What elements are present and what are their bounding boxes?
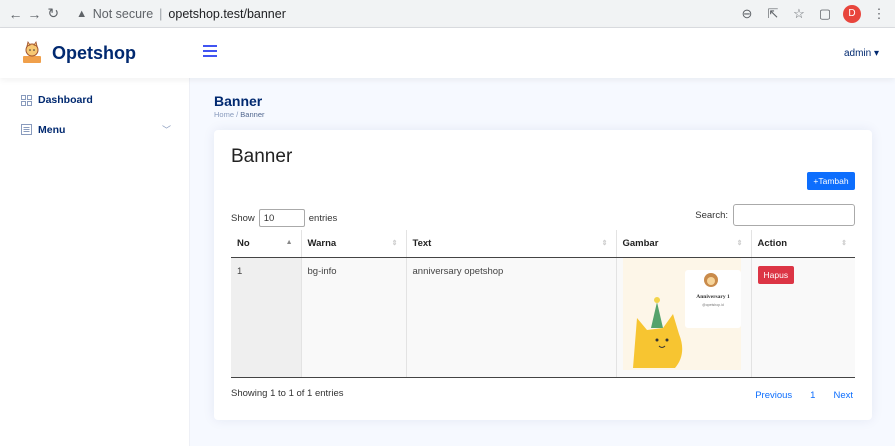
add-banner-button[interactable]: +Tambah <box>807 172 855 190</box>
warning-icon[interactable]: ▲ <box>75 7 89 21</box>
zoom-icon[interactable]: ⊖ <box>739 6 755 22</box>
browser-toolbar: ← → ↻ ▲ Not secure | opetshop.test/banne… <box>0 0 895 28</box>
entries-length-control: Show 10 entries <box>231 209 337 227</box>
breadcrumb-current: Banner <box>240 110 265 119</box>
sidebar: Dashboard Menu ﹀ <box>0 78 190 446</box>
bookmark-star-icon[interactable]: ☆ <box>791 6 807 22</box>
kebab-menu-icon[interactable]: ⋮ <box>871 6 887 22</box>
user-dropdown[interactable]: admin ▾ <box>844 48 879 59</box>
breadcrumb: Home / Banner <box>214 110 264 119</box>
sort-icon: ⇕ <box>736 240 743 247</box>
thumb-handle: @opetshop.id <box>702 303 724 307</box>
delete-button[interactable]: Hapus <box>757 265 795 284</box>
brand-name: Opetshop <box>52 42 136 63</box>
cell-warna: bg-info <box>300 257 406 378</box>
browser-actions: ⊖ ⇱ ☆ ▢ D ⋮ <box>739 4 895 23</box>
sidebar-item-label: Dashboard <box>38 94 93 106</box>
app-header: Opetshop admin ▾ <box>0 28 895 78</box>
page-title: Banner <box>214 93 263 109</box>
hamburger-menu-icon[interactable] <box>203 45 217 57</box>
banner-table: No ▲ Warna ⇕ Text ⇕ Gambar ⇕ Action ⇕ 1 bg-in… <box>231 230 855 378</box>
breadcrumb-home[interactable]: Home <box>214 110 234 119</box>
sort-icon: ⇕ <box>391 240 398 247</box>
cat-logo-icon <box>23 41 41 63</box>
column-header-text[interactable]: Text ⇕ <box>405 230 616 258</box>
cell-no: 1 <box>231 257 301 378</box>
table-row: 1 bg-info anniversary opetshop Anniversa… <box>231 257 855 378</box>
table-header-row: No ▲ Warna ⇕ Text ⇕ Gambar ⇕ Action ⇕ <box>231 230 855 258</box>
banner-card: Banner +Tambah Show 10 entries Search: N… <box>214 130 872 420</box>
cell-text: anniversary opetshop <box>405 257 616 378</box>
thumb-title: Anniversary 1 <box>696 294 730 300</box>
search-label: Search: <box>695 209 728 221</box>
column-header-warna[interactable]: Warna ⇕ <box>300 230 406 258</box>
forward-arrow-icon[interactable]: → <box>25 3 44 25</box>
pagination-previous[interactable]: Previous <box>753 390 794 401</box>
menu-icon <box>21 124 32 135</box>
cell-gambar: Anniversary 1 @opetshop.id <box>615 257 751 378</box>
url-separator: | <box>159 6 163 21</box>
share-icon[interactable]: ⇱ <box>765 6 781 22</box>
reload-icon[interactable]: ↻ <box>44 3 63 25</box>
pagination-page-1[interactable]: 1 <box>808 390 817 401</box>
sort-icon: ⇕ <box>601 240 608 247</box>
sidebar-item-label: Menu <box>38 123 66 136</box>
sidebar-item-menu[interactable]: Menu ﹀ <box>21 123 171 136</box>
pagination: Previous 1 Next <box>753 390 855 401</box>
sort-asc-icon: ▲ <box>285 239 293 246</box>
side-panel-icon[interactable]: ▢ <box>817 6 833 22</box>
address-bar[interactable]: ▲ Not secure | opetshop.test/banner <box>68 2 739 25</box>
table-info: Showing 1 to 1 of 1 entries <box>231 388 344 399</box>
sidebar-item-dashboard[interactable]: Dashboard <box>21 94 93 106</box>
entries-label: entries <box>308 212 338 224</box>
profile-avatar[interactable]: D <box>843 4 861 23</box>
column-header-action[interactable]: Action ⇕ <box>750 230 855 258</box>
brand-logo-link[interactable]: Opetshop <box>20 41 136 65</box>
security-label[interactable]: Not secure <box>93 7 153 21</box>
breadcrumb-separator: / <box>236 110 239 119</box>
table-search: Search: <box>695 204 855 226</box>
chevron-down-icon: ﹀ <box>161 125 171 135</box>
cell-action: Hapus <box>750 257 855 378</box>
show-label: Show <box>231 212 255 224</box>
grid-icon <box>21 94 32 106</box>
banner-thumbnail-image: Anniversary 1 @opetshop.id <box>622 257 741 370</box>
entries-select[interactable]: 10 <box>258 209 305 227</box>
search-input[interactable] <box>733 204 855 226</box>
column-header-no[interactable]: No ▲ <box>231 230 301 258</box>
back-arrow-icon[interactable]: ← <box>6 3 25 25</box>
column-header-gambar[interactable]: Gambar ⇕ <box>615 230 751 258</box>
main-content: Banner Home / Banner Banner +Tambah Show… <box>190 78 895 446</box>
card-title: Banner <box>231 146 293 167</box>
url-text[interactable]: opetshop.test/banner <box>168 7 285 21</box>
sort-icon: ⇕ <box>841 240 847 247</box>
pagination-next[interactable]: Next <box>831 390 855 401</box>
